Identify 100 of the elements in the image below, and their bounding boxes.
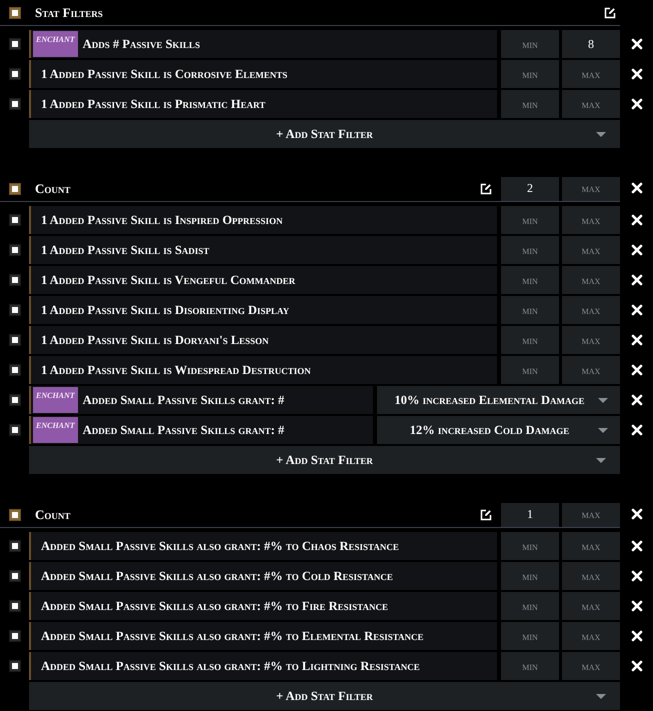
edit-icon [480, 182, 492, 194]
value-field[interactable]: min [501, 356, 559, 384]
checkbox[interactable] [10, 571, 20, 581]
checkbox[interactable] [10, 601, 20, 611]
group-title: Count [34, 180, 72, 196]
stat-label: 1 Added Passive Skill is Disorienting Display [29, 296, 497, 324]
value-field[interactable]: max [562, 90, 620, 118]
checkbox[interactable] [10, 661, 20, 671]
close-icon [630, 424, 642, 436]
stat-label: Added Small Passive Skills also grant: #% to Elemental Resistance [29, 622, 497, 650]
checkbox[interactable] [10, 395, 20, 405]
stat-label: 1 Added Passive Skill is Doryani's Lesson [29, 326, 497, 354]
enchant-badge: enchant [33, 417, 78, 443]
checkbox[interactable] [10, 69, 20, 79]
value-field[interactable]: min [501, 90, 559, 118]
value-field[interactable]: 2 [501, 176, 559, 200]
stat-label: Added Small Passive Skills also grant: #% to Fire Resistance [29, 592, 497, 620]
value-field[interactable]: 8 [562, 30, 620, 58]
group-title: Count [34, 506, 72, 522]
checkbox[interactable] [10, 305, 20, 315]
checkbox[interactable] [10, 365, 20, 375]
close-icon [630, 274, 642, 286]
value-field[interactable]: 1 [501, 502, 559, 526]
close-icon [630, 600, 642, 612]
value-field[interactable]: max [562, 532, 620, 560]
edit-icon [604, 6, 616, 18]
close-icon [630, 182, 642, 194]
checkbox[interactable] [10, 245, 20, 255]
checkbox[interactable] [10, 541, 20, 551]
stat-label: 1 Added Passive Skill is Vengeful Commander [29, 266, 497, 294]
value-field[interactable]: max [562, 176, 620, 200]
checkbox[interactable] [10, 275, 20, 285]
value-field[interactable]: max [562, 296, 620, 324]
stat-label: 1 Added Passive Skill is Sadist [29, 236, 497, 264]
value-field[interactable]: max [562, 206, 620, 234]
close-icon [630, 394, 642, 406]
value-field[interactable]: min [501, 592, 559, 620]
checkbox[interactable] [10, 184, 20, 194]
value-field[interactable]: min [501, 206, 559, 234]
value-field[interactable]: max [562, 652, 620, 680]
enchant-badge: enchant [33, 31, 78, 57]
value-field[interactable]: max [562, 266, 620, 294]
checkbox[interactable] [10, 215, 20, 225]
option-dropdown[interactable]: 12% increased Cold Damage [377, 416, 620, 444]
close-icon [630, 98, 642, 110]
caret-icon [598, 428, 608, 433]
value-field[interactable]: min [501, 236, 559, 264]
checkbox[interactable] [10, 39, 20, 49]
checkbox[interactable] [10, 8, 20, 18]
caret-icon [596, 694, 606, 699]
close-icon [630, 364, 642, 376]
value-field[interactable]: min [501, 326, 559, 354]
stat-label: Added Small Passive Skills also grant: #% to Chaos Resistance [29, 532, 497, 560]
close-icon [630, 68, 642, 80]
close-icon [630, 214, 642, 226]
add-stat-filter-button[interactable]: + Add Stat Filter [29, 682, 620, 710]
edit-icon [480, 508, 492, 520]
close-icon [630, 540, 642, 552]
value-field[interactable]: max [562, 356, 620, 384]
checkbox[interactable] [10, 510, 20, 520]
add-stat-filter-button[interactable]: + Add Stat Filter [29, 120, 620, 148]
checkbox[interactable] [10, 631, 20, 641]
add-stat-filter-button[interactable]: + Add Stat Filter [29, 446, 620, 474]
value-field[interactable]: max [562, 502, 620, 526]
checkbox[interactable] [10, 425, 20, 435]
value-field[interactable]: max [562, 622, 620, 650]
option-dropdown[interactable]: 10% increased Elemental Damage [377, 386, 620, 414]
stat-label: enchant Added Small Passive Skills grant: # [29, 416, 373, 444]
value-field[interactable]: min [501, 296, 559, 324]
value-field[interactable]: min [501, 532, 559, 560]
value-field[interactable]: min [501, 266, 559, 294]
value-field[interactable]: max [562, 562, 620, 590]
checkbox[interactable] [10, 99, 20, 109]
close-icon [630, 38, 642, 50]
caret-icon [598, 398, 608, 403]
stat-label: enchant Adds # Passive Skills [29, 30, 497, 58]
stat-label: Added Small Passive Skills also grant: #% to Lightning Resistance [29, 652, 497, 680]
close-icon [630, 660, 642, 672]
stat-label: 1 Added Passive Skill is Widespread Destruction [29, 356, 497, 384]
enchant-badge: enchant [33, 387, 78, 413]
group-title: Stat Filters [34, 4, 104, 20]
value-field[interactable]: min [501, 60, 559, 88]
stat-label: 1 Added Passive Skill is Prismatic Heart [29, 90, 497, 118]
value-field[interactable]: min [501, 562, 559, 590]
value-field[interactable]: max [562, 592, 620, 620]
value-field[interactable]: min [501, 30, 559, 58]
close-icon [630, 304, 642, 316]
checkbox[interactable] [10, 335, 20, 345]
caret-icon [596, 458, 606, 463]
close-icon [630, 630, 642, 642]
value-field[interactable]: max [562, 236, 620, 264]
value-field[interactable]: min [501, 622, 559, 650]
close-icon [630, 334, 642, 346]
value-field[interactable]: max [562, 326, 620, 354]
value-field[interactable]: min [501, 652, 559, 680]
value-field[interactable]: max [562, 60, 620, 88]
close-icon [630, 508, 642, 520]
stat-label: Added Small Passive Skills also grant: #% to Cold Resistance [29, 562, 497, 590]
close-icon [630, 244, 642, 256]
stat-label: 1 Added Passive Skill is Corrosive Elements [29, 60, 497, 88]
